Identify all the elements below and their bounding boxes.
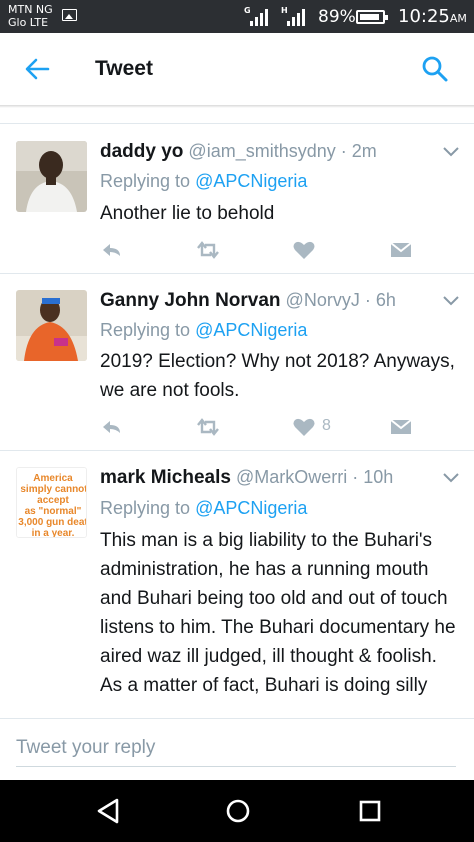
nav-home-icon[interactable] <box>223 796 253 826</box>
replying-to-handle[interactable]: @APCNigeria <box>195 171 307 191</box>
status-bar: MTN NG Glo LTE G H 89% 10:25AM <box>0 0 474 33</box>
nav-back-icon[interactable] <box>93 796 123 826</box>
replying-to: Replying to @APCNigeria <box>100 171 307 192</box>
author-handle[interactable]: @NorvyJ <box>286 290 360 310</box>
reply-icon[interactable] <box>100 417 124 437</box>
heart-icon[interactable] <box>292 240 316 260</box>
reply-input[interactable] <box>16 729 456 767</box>
clock-ampm: AM <box>449 12 467 25</box>
carrier-line-1: MTN NG <box>8 3 53 16</box>
replying-to: Replying to @APCNigeria <box>100 320 307 341</box>
tweet-actions <box>100 240 420 264</box>
page-title: Tweet <box>95 57 153 80</box>
chevron-down-icon[interactable] <box>443 296 459 306</box>
like-count: 8 <box>322 417 331 434</box>
replying-to-handle[interactable]: @APCNigeria <box>195 320 307 340</box>
tweet-item[interactable]: Ganny John Norvan @NorvyJ · 6h Replying … <box>0 290 474 450</box>
avatar[interactable] <box>16 141 87 212</box>
avatar-text-line: 3,000 gun deat <box>18 517 87 528</box>
envelope-icon[interactable] <box>389 417 413 437</box>
avatar-text-line: accept <box>37 495 69 506</box>
tweet-item[interactable]: daddy yo @iam_smithsydny · 2m Replying t… <box>0 141 474 274</box>
author-handle[interactable]: @iam_smithsydny <box>188 141 335 161</box>
replying-to-prefix: Replying to <box>100 320 191 340</box>
author-name[interactable]: daddy yo <box>100 141 183 162</box>
author-name[interactable]: Ganny John Norvan <box>100 290 281 311</box>
carrier-info: MTN NG Glo LTE <box>8 3 53 29</box>
divider <box>0 450 474 451</box>
avatar-text-line: in a year. <box>32 528 75 538</box>
tweet-header: Ganny John Norvan @NorvyJ · 6h <box>100 290 396 312</box>
chevron-down-icon[interactable] <box>443 147 459 157</box>
nav-recents-icon[interactable] <box>355 796 385 826</box>
replying-to-prefix: Replying to <box>100 171 191 191</box>
replying-to-prefix: Replying to <box>100 498 191 518</box>
gallery-notification-icon <box>62 9 77 21</box>
retweet-icon[interactable] <box>196 240 220 260</box>
clock: 10:25AM <box>398 6 467 27</box>
app-header: Tweet <box>0 33 474 105</box>
battery-percent: 89% <box>318 7 356 27</box>
avatar-text-line: simply cannot <box>20 484 87 495</box>
avatar[interactable]: America simply cannot accept as "normal"… <box>16 467 87 538</box>
tweet-time: · 6h <box>364 290 396 310</box>
tweet-actions: 8 <box>100 417 420 441</box>
envelope-icon[interactable] <box>389 240 413 260</box>
tweet-text: Another lie to behold <box>100 203 275 224</box>
back-arrow-icon[interactable] <box>22 55 52 83</box>
replying-to-handle[interactable]: @APCNigeria <box>195 498 307 518</box>
tweet-time: · 10h <box>352 467 394 487</box>
carrier-line-2: Glo LTE <box>8 16 49 29</box>
battery-icon <box>356 10 388 24</box>
author-handle[interactable]: @MarkOwerri <box>236 467 347 487</box>
signal-icon: G <box>244 6 268 26</box>
tweet-text: This man is a big liability to the Buhar… <box>100 530 456 696</box>
heart-icon[interactable] <box>292 417 316 437</box>
replying-to: Replying to @APCNigeria <box>100 498 307 519</box>
divider <box>0 273 474 274</box>
author-name[interactable]: mark Micheals <box>100 467 231 488</box>
avatar[interactable] <box>16 290 87 361</box>
tweet-header: mark Micheals @MarkOwerri · 10h <box>100 467 393 489</box>
tweet-header: daddy yo @iam_smithsydny · 2m <box>100 141 377 163</box>
chevron-down-icon[interactable] <box>443 473 459 483</box>
reply-icon[interactable] <box>100 240 124 260</box>
retweet-icon[interactable] <box>196 417 220 437</box>
avatar-text-line: America <box>33 473 73 484</box>
search-icon[interactable] <box>420 55 450 83</box>
tweet-text: 2019? Election? Why not 2018? Anyways, w… <box>100 351 455 401</box>
header-shadow <box>0 105 474 108</box>
clock-time: 10:25 <box>398 6 450 27</box>
tweet-item[interactable]: America simply cannot accept as "normal"… <box>0 467 474 718</box>
system-nav-bar <box>0 780 474 842</box>
reply-composer <box>0 718 474 780</box>
tweet-time: · 2m <box>340 141 377 161</box>
avatar-text-line: as "normal" <box>25 506 82 517</box>
signal-icon: H <box>281 6 305 26</box>
divider <box>0 123 474 124</box>
